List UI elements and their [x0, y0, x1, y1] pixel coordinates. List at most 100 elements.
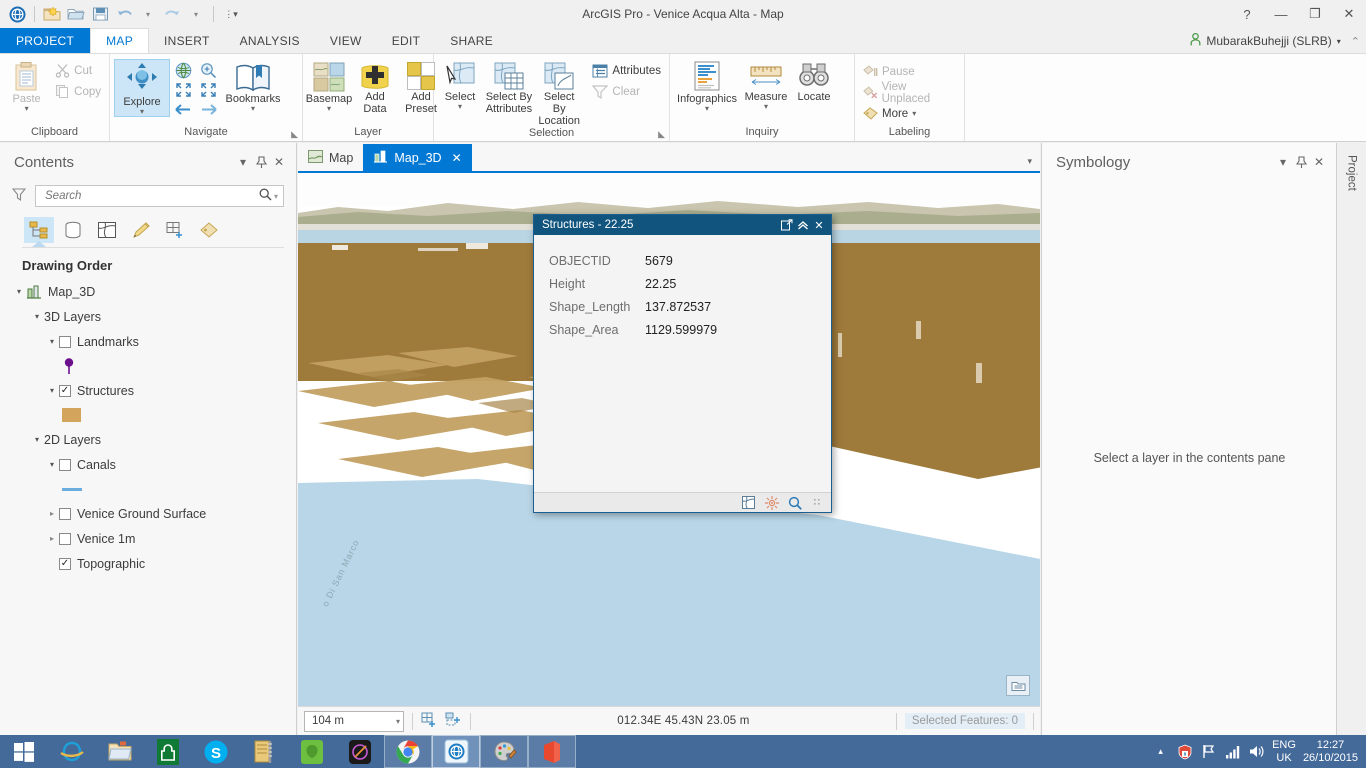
paste-caret-icon[interactable]: ▾	[25, 105, 29, 113]
internet-explorer-icon[interactable]	[48, 735, 96, 768]
windows-store-icon[interactable]	[144, 735, 192, 768]
toc-row-2d-layers[interactable]: ▾ 2D Layers	[0, 427, 296, 452]
fixed-zoom-in-icon[interactable]	[197, 60, 219, 80]
list-by-data-source-icon[interactable]	[58, 217, 88, 243]
ribbon-tab-edit[interactable]: EDIT	[377, 28, 436, 53]
navigate-dialog-launcher[interactable]: ◣	[291, 129, 298, 140]
locate-button[interactable]: Locate	[792, 59, 836, 103]
select-coordinate-system-icon[interactable]	[445, 712, 462, 730]
list-by-labeling-icon[interactable]	[194, 217, 224, 243]
view-tab-map3d-close-icon[interactable]: ✕	[452, 151, 462, 165]
zoom-out-fixed-icon[interactable]	[172, 81, 194, 99]
evernote-icon[interactable]	[288, 735, 336, 768]
list-by-editing-icon[interactable]	[126, 217, 156, 243]
close-button[interactable]: ✕	[1332, 0, 1366, 28]
full-extent-icon[interactable]	[172, 60, 194, 80]
redo-caret-icon[interactable]: ▾	[185, 3, 207, 25]
undo-icon[interactable]	[113, 3, 135, 25]
contents-close-icon[interactable]: ✕	[270, 153, 288, 171]
contents-menu-icon[interactable]: ▾	[234, 153, 252, 171]
map-overlay-toggle-icon[interactable]	[1006, 675, 1030, 696]
open-project-icon[interactable]	[65, 3, 87, 25]
infographics-caret-icon[interactable]: ▾	[705, 105, 709, 113]
expander-icon[interactable]: ▾	[45, 337, 59, 346]
expander-icon[interactable]: ▾	[30, 312, 44, 321]
paste-button[interactable]: Paste ▾	[4, 59, 49, 113]
search-icon[interactable]	[259, 188, 272, 204]
arcgis-pro-icon[interactable]	[432, 735, 480, 768]
more-labeling-button[interactable]: More ▾	[859, 103, 960, 124]
clock[interactable]: 12:27 26/10/2015	[1303, 739, 1358, 765]
attributes-button[interactable]: Attributes	[588, 60, 665, 81]
skype-icon[interactable]: S	[192, 735, 240, 768]
select-by-location-button[interactable]: Select By Location	[536, 59, 583, 127]
popup-open-in-pane-icon[interactable]	[779, 217, 795, 233]
measure-caret-icon[interactable]: ▾	[764, 103, 768, 111]
view-tab-map[interactable]: Map	[298, 145, 363, 171]
symbology-close-icon[interactable]: ✕	[1310, 153, 1328, 171]
layer-checkbox-landmarks[interactable]	[59, 335, 71, 348]
toc-row-map3d[interactable]: ▾ Map_3D	[0, 279, 296, 304]
list-by-snapping-icon[interactable]	[160, 217, 190, 243]
contents-search-box[interactable]: ▾	[35, 185, 284, 207]
adobe-icon[interactable]	[336, 735, 384, 768]
ribbon-tab-bar[interactable]: PROJECT MAP INSERT ANALYSIS VIEW EDIT SH…	[0, 28, 1366, 54]
winzip-icon[interactable]	[240, 735, 288, 768]
view-tabs-overflow-icon[interactable]: ▾	[1027, 156, 1032, 167]
ribbon-tab-share[interactable]: SHARE	[435, 28, 508, 53]
layer-checkbox-venice-1m[interactable]	[59, 532, 71, 545]
popup-collapse-icon[interactable]	[795, 217, 811, 233]
restore-button[interactable]: ❐	[1298, 0, 1332, 28]
contents-tree[interactable]: Drawing Order ▾ Map_3D ▾ 3D Layers ▾ Lan…	[0, 248, 296, 576]
network-flag-icon[interactable]	[1200, 743, 1217, 760]
symbology-pin-icon[interactable]	[1292, 153, 1310, 171]
ribbon-tab-map[interactable]: MAP	[90, 28, 150, 53]
zoom-in-fixed-icon[interactable]	[197, 81, 219, 99]
toc-row-venice-ground-surface[interactable]: ▸ Venice Ground Surface	[0, 501, 296, 526]
toc-row-venice-1m[interactable]: ▸ Venice 1m	[0, 526, 296, 551]
add-data-button[interactable]: Add Data ▾	[353, 59, 397, 115]
previous-extent-icon[interactable]	[172, 100, 194, 118]
list-by-selection-icon[interactable]	[92, 217, 122, 243]
pause-labeling-button[interactable]: Pause	[859, 61, 960, 82]
toc-row-structures[interactable]: ▾ ✓ Structures	[0, 378, 296, 403]
cut-button[interactable]: Cut	[51, 60, 105, 81]
language-indicator[interactable]: ENG UK	[1272, 739, 1296, 765]
filter-icon[interactable]	[10, 187, 28, 205]
list-by-drawing-order-icon[interactable]	[24, 217, 54, 243]
flash-feature-icon[interactable]	[764, 495, 779, 510]
layer-checkbox-venice-ground-surface[interactable]	[59, 507, 71, 520]
copy-button[interactable]: Copy	[51, 81, 105, 102]
selection-dialog-launcher[interactable]: ◣	[658, 129, 665, 140]
view-tab-map3d[interactable]: Map_3D ✕	[363, 144, 472, 171]
bookmarks-caret-icon[interactable]: ▾	[251, 105, 255, 113]
expander-icon[interactable]: ▸	[45, 534, 59, 543]
select-caret-icon[interactable]: ▾	[458, 103, 462, 111]
window-controls[interactable]: ? — ❐ ✕	[1230, 0, 1366, 28]
account-area[interactable]: MubarakBuhejji (SLRB) ▾ ⌃	[1190, 28, 1360, 54]
ribbon-tab-view[interactable]: VIEW	[315, 28, 377, 53]
contents-pin-icon[interactable]	[252, 153, 270, 171]
ribbon-tab-project[interactable]: PROJECT	[0, 28, 91, 53]
select-feature-icon[interactable]	[741, 495, 756, 510]
save-project-icon[interactable]	[89, 3, 111, 25]
search-caret-icon[interactable]: ▾	[272, 192, 280, 201]
explore-button[interactable]: Explore ▾	[114, 59, 170, 117]
view-tab-bar[interactable]: Map Map_3D ✕ ▾	[298, 143, 1040, 171]
view-unplaced-button[interactable]: View Unplaced	[859, 81, 960, 105]
scale-selector[interactable]: 104 m ▾	[304, 710, 404, 732]
account-caret-icon[interactable]: ▾	[1337, 37, 1341, 46]
expander-icon[interactable]: ▾	[45, 386, 59, 395]
quick-access-toolbar[interactable]: ▾ ▾ ⋮▾	[0, 3, 242, 25]
ribbon-tab-insert[interactable]: INSERT	[149, 28, 225, 53]
new-project-icon[interactable]	[41, 3, 63, 25]
popup-close-icon[interactable]: ✕	[811, 217, 827, 233]
project-side-tab[interactable]: Project	[1336, 143, 1366, 735]
scale-caret-icon[interactable]: ▾	[396, 717, 400, 726]
next-extent-icon[interactable]	[197, 100, 219, 118]
action-center-icon[interactable]	[1176, 743, 1193, 760]
google-chrome-icon[interactable]	[384, 735, 432, 768]
expander-icon[interactable]: ▾	[12, 287, 26, 296]
network-signal-icon[interactable]	[1224, 743, 1241, 760]
toc-row-canals[interactable]: ▾ Canals	[0, 452, 296, 477]
